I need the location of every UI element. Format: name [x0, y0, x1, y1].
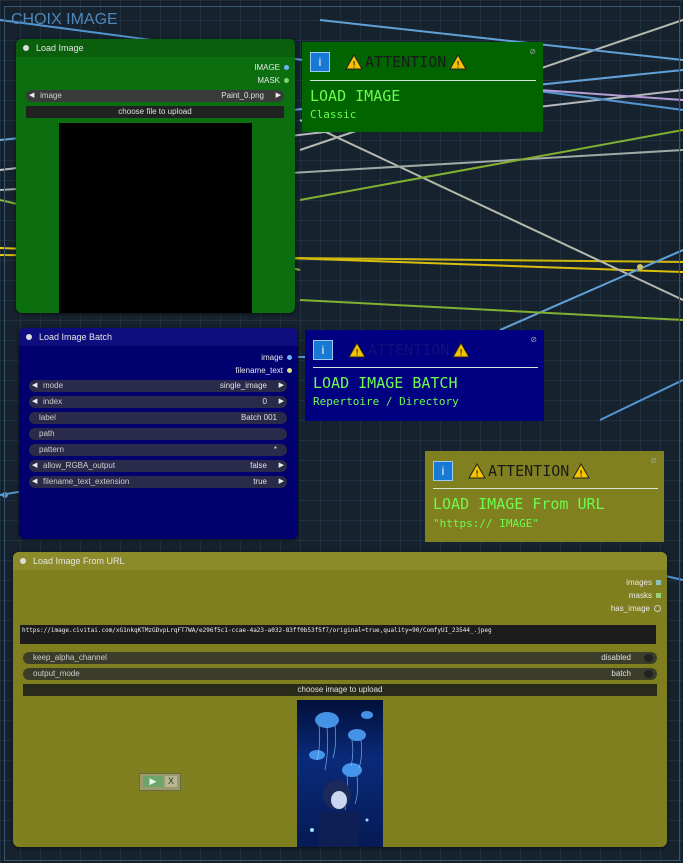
batch-widget-index[interactable]: ◀ index 0 ▶	[29, 396, 287, 408]
pin-icon[interactable]: ⊘	[650, 456, 657, 465]
note-subheading: Repertoire / Directory	[313, 395, 459, 408]
pin-icon[interactable]: ⊘	[530, 335, 537, 344]
note-subheading: Classic	[310, 108, 357, 121]
warning-icon: !	[467, 463, 486, 480]
node-title: Load Image	[36, 43, 84, 53]
collapse-dot-icon[interactable]	[26, 334, 32, 340]
port-icon[interactable]	[284, 65, 289, 71]
collapse-dot-icon[interactable]	[23, 45, 29, 51]
port-icon[interactable]	[284, 78, 289, 84]
pin-icon[interactable]: ⊘	[529, 47, 536, 56]
play-icon[interactable]: ▶	[143, 776, 163, 787]
choose-file-button[interactable]: choose file to upload	[26, 106, 284, 118]
arrow-right-icon[interactable]: ▶	[279, 380, 284, 392]
port-icon[interactable]	[287, 355, 292, 361]
arrow-right-icon[interactable]: ▶	[279, 396, 284, 408]
svg-text:!: !	[475, 470, 479, 480]
output-image[interactable]: image	[261, 353, 292, 362]
batch-widget-allow-rgba-output[interactable]: ◀ allow_RGBA_output false ▶	[29, 460, 287, 472]
info-icon: i	[433, 461, 453, 481]
url-textarea[interactable]: https://image.civitai.com/xG1nkqKTMzGDvp…	[20, 625, 656, 644]
batch-widget-label[interactable]: label Batch 001	[29, 412, 287, 424]
port-icon[interactable]	[656, 580, 661, 586]
warning-icon: !	[448, 54, 467, 71]
arrow-right-icon[interactable]: ▶	[279, 460, 284, 472]
port-icon[interactable]	[656, 593, 661, 599]
output-mode-toggle[interactable]: output_mode batch	[23, 668, 657, 680]
info-icon: i	[313, 340, 333, 360]
output-mask[interactable]: MASK	[257, 76, 289, 85]
port-icon[interactable]	[654, 605, 661, 613]
note-divider	[433, 488, 658, 489]
svg-text:!: !	[355, 349, 359, 359]
arrow-left-icon[interactable]: ◀	[29, 90, 34, 102]
batch-widget-mode[interactable]: ◀ mode single_image ▶	[29, 380, 287, 392]
svg-text:!: !	[459, 349, 463, 359]
attention-note-load-image-batch[interactable]: ⊘ i ! ATTENTION ! LOAD IMAGE BATCH Reper…	[305, 330, 544, 421]
arrow-right-icon[interactable]: ▶	[276, 90, 281, 102]
image-combo-widget[interactable]: ◀ image Paint_0.png ▶	[26, 90, 284, 102]
output-masks[interactable]: masks	[629, 591, 661, 600]
arrow-left-icon[interactable]: ◀	[32, 476, 37, 488]
arrow-right-icon[interactable]: ▶	[279, 476, 284, 488]
load-image-node[interactable]: Load Image IMAGE MASK ◀ image Paint_0.pn…	[16, 39, 295, 313]
warning-icon: !	[344, 54, 363, 71]
note-header: i ! ATTENTION !	[310, 52, 467, 72]
image-preview-jellyfish	[297, 700, 383, 847]
note-divider	[313, 367, 538, 368]
play-stop-control[interactable]: ▶ X	[139, 773, 181, 791]
port-icon[interactable]	[287, 368, 292, 374]
info-icon: i	[310, 52, 330, 72]
toggle-off-icon[interactable]	[644, 654, 653, 662]
batch-widget-filename-text-extension[interactable]: ◀ filename_text_extension true ▶	[29, 476, 287, 488]
collapse-dot-icon[interactable]	[20, 558, 26, 564]
warning-icon: !	[451, 342, 470, 359]
output-filename-text[interactable]: filename_text	[235, 366, 292, 375]
batch-widget-pattern[interactable]: pattern *	[29, 444, 287, 456]
image-preview	[59, 123, 252, 313]
arrow-left-icon[interactable]: ◀	[32, 380, 37, 392]
output-image[interactable]: IMAGE	[254, 63, 289, 72]
warning-icon: !	[347, 342, 366, 359]
output-has-image[interactable]: has_image	[611, 604, 661, 613]
arrow-left-icon[interactable]: ◀	[32, 396, 37, 408]
group-title: CHOIX IMAGE	[11, 11, 118, 28]
node-title-bar[interactable]: Load Image Batch	[19, 328, 298, 346]
batch-widget-path[interactable]: path	[29, 428, 287, 440]
choose-image-button[interactable]: choose image to upload	[23, 684, 657, 696]
note-subheading: "https:// IMAGE"	[433, 517, 539, 530]
svg-text:!: !	[352, 61, 356, 71]
note-heading: LOAD IMAGE	[310, 87, 401, 105]
close-icon[interactable]: X	[165, 776, 177, 787]
note-header: i ! ATTENTION !	[433, 461, 590, 481]
jellyfish-artwork	[309, 711, 373, 847]
attention-note-load-image[interactable]: ⊘ i ! ATTENTION ! LOAD IMAGE Classic	[302, 42, 543, 132]
output-images[interactable]: images	[626, 578, 661, 587]
toggle-off-icon[interactable]	[644, 670, 653, 678]
load-image-batch-node[interactable]: Load Image Batch image filename_text ◀ mo…	[19, 328, 298, 539]
node-title: Load Image Batch	[39, 332, 113, 342]
keep-alpha-channel-toggle[interactable]: keep_alpha_channel disabled	[23, 652, 657, 664]
note-heading: LOAD IMAGE From URL	[433, 495, 605, 513]
node-title-bar[interactable]: Load Image	[16, 39, 295, 57]
svg-text:!: !	[456, 61, 460, 71]
node-title-bar[interactable]: Load Image From URL	[13, 552, 667, 570]
note-heading: LOAD IMAGE BATCH	[313, 374, 458, 392]
node-title: Load Image From URL	[33, 556, 125, 566]
warning-icon: !	[571, 463, 590, 480]
note-divider	[310, 80, 536, 81]
arrow-left-icon[interactable]: ◀	[32, 460, 37, 472]
note-header: i ! ATTENTION !	[313, 340, 470, 360]
svg-text:!: !	[579, 470, 583, 480]
attention-note-load-image-url[interactable]: ⊘ i ! ATTENTION ! LOAD IMAGE From URL "h…	[425, 451, 664, 542]
load-image-from-url-node[interactable]: Load Image From URL images masks has_ima…	[13, 552, 667, 847]
